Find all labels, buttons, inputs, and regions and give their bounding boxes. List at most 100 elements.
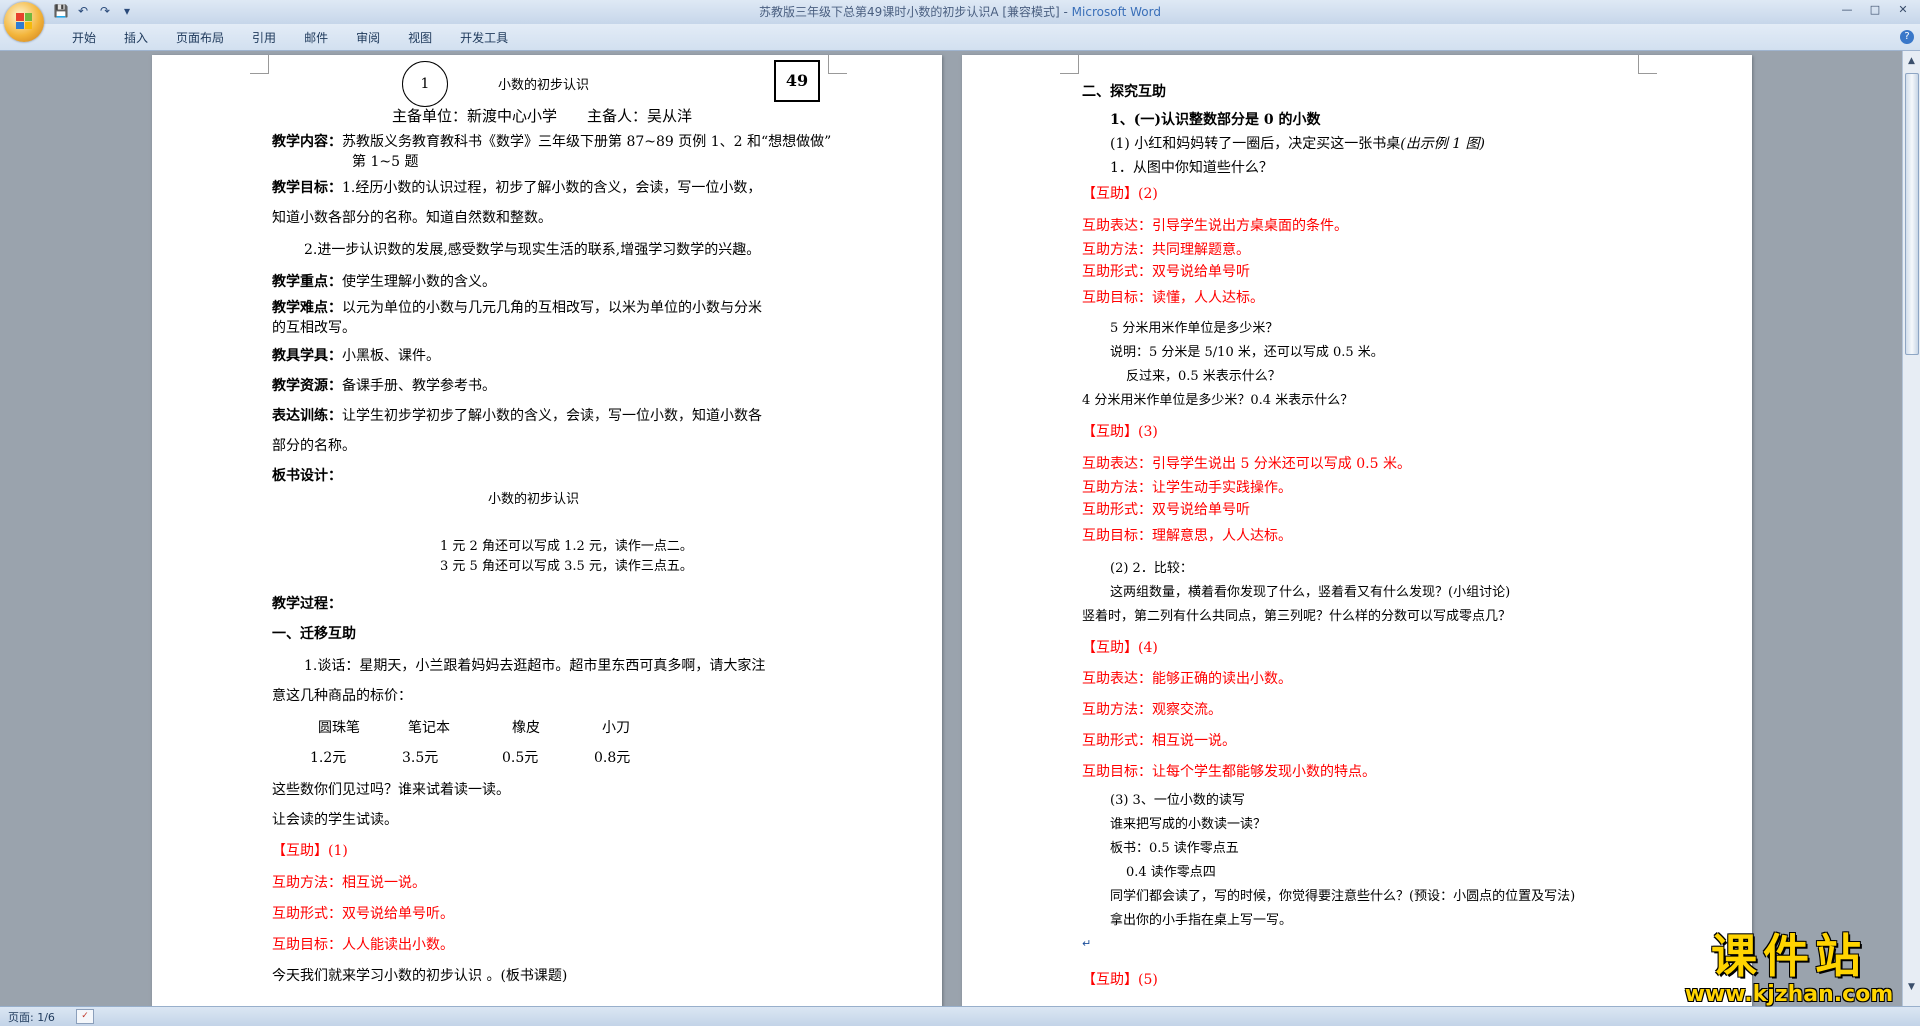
vertical-scrollbar[interactable]: ▲ ▼ [1902,51,1920,1006]
scroll-down-icon[interactable]: ▼ [1906,981,1917,993]
resources-label: 教学资源： [272,378,342,394]
expression-text-2: 部分的名称。 [272,438,356,454]
hz4-number: (4) [1138,640,1158,656]
scroll-up-icon[interactable]: ▲ [1906,55,1917,67]
hz1-tag: 【互助】 [272,843,328,859]
lesson-number: 1 [420,76,430,92]
page-corner-mark [1638,55,1657,74]
read-write-1: 谁来把写成的小数读一读？ [1110,817,1267,832]
compare-line-1: 这两组数量，横着看你发现了什么，竖着看又有什么发现？(小组讨论) [1110,585,1511,600]
goal-label: 教学目标： [272,180,342,196]
expression-label: 表达训练： [272,408,342,424]
section-1-heading: 一、迁移互助 [272,626,356,642]
item-price: 1.2元 [310,750,347,766]
board-label: 板书设计： [272,468,342,484]
hz2-goal: 互助目标：读懂，人人达标。 [1082,290,1264,306]
page-indicator[interactable]: 页面: 1/6 [8,1009,55,1025]
hz1-number: (1) [328,843,348,859]
difficulty-label: 教学难点： [272,300,342,316]
read-write-heading: (3) 3、一位小数的读写 [1110,793,1245,808]
document-page-1: 1 小数的初步认识 49 主备单位：新渡中心小学 主备人：吴从洋 教学内容：苏教… [152,55,942,1006]
hz3-tag: 【互助】 [1082,424,1138,440]
board-line-2: 3 元 5 角还可以写成 3.5 元，读作三点五。 [440,559,693,574]
hz1-goal: 互助目标：人人能读出小数。 [272,937,454,953]
hz3-form: 互助形式：双号说给单号听 [1082,502,1250,518]
compare-heading: (2) 2．比较： [1110,561,1193,576]
resources-text: 备课手册、教学参考书。 [342,378,496,394]
tab-home[interactable]: 开始 [58,29,110,47]
scrollbar-thumb[interactable] [1905,73,1919,355]
q-explain: 说明：5 分米是 5/10 米，还可以写成 0.5 米。 [1110,345,1384,360]
lesson-number-circle: 1 [402,61,448,107]
section-2-heading: 二、探究互助 [1082,84,1166,100]
hz1-form: 互助形式：双号说给单号听。 [272,906,454,922]
tab-mailings[interactable]: 邮件 [290,29,342,47]
item-price: 3.5元 [402,750,439,766]
hz2-expression: 互助表达：引导学生说出方桌桌面的条件。 [1082,218,1348,234]
tab-insert[interactable]: 插入 [110,29,162,47]
hz4-goal: 互助目标：让每个学生都能够发现小数的特点。 [1082,764,1376,780]
paragraph-mark-icon: ↵ [1082,937,1092,950]
content-text-2: 第 1~5 题 [352,154,419,170]
p2-text: 1．从图中你知道些什么？ [1110,160,1273,176]
hz5-number: (5) [1138,972,1158,988]
office-button[interactable] [4,2,44,42]
tab-view[interactable]: 视图 [394,29,446,47]
q-reverse: 反过来，0.5 米表示什么？ [1126,369,1281,384]
p1-text: (1) 小红和妈妈转了一圈后，决定买这一张书桌 [1110,136,1401,152]
proofing-icon[interactable]: ✓ [76,1009,94,1024]
tab-references[interactable]: 引用 [238,29,290,47]
board-title: 小数的初步认识 [488,492,580,507]
difficulty-text-2: 的互相改写。 [272,320,356,336]
talk-line-2: 意这几种商品的标价： [272,688,412,704]
item-name: 小刀 [602,720,630,736]
watermark-title: 课件站 [1711,929,1867,983]
app-name: Microsoft Word [1071,5,1161,19]
minimize-icon[interactable]: — [1836,2,1858,18]
question-1: 这些数你们见过吗？谁来试着读一读。 [272,782,510,798]
q-4fen: 4 分米用米作单位是多少米？0.4 米表示什么？ [1082,393,1354,408]
hz4-form: 互助形式：相互说一说。 [1082,733,1236,749]
page-corner-mark [1060,55,1079,74]
tab-review[interactable]: 审阅 [342,29,394,47]
close-icon[interactable]: ✕ [1892,2,1914,18]
ribbon: 开始 插入 页面布局 引用 邮件 审阅 视图 开发工具 ? [0,24,1920,51]
goal-1b: 知道小数各部分的名称。知道自然数和整数。 [272,210,552,226]
page-corner-mark [828,55,847,74]
hz3-method: 互助方法：让学生动手实践操作。 [1082,480,1292,496]
talk-line-1: 1.谈话：星期天，小兰跟着妈妈去逛超市。超市里东西可真多啊，请大家注 [304,658,766,674]
tools-text: 小黑板、课件。 [342,348,440,364]
closing-line: 今天我们就来学习小数的初步认识 。(板书课题) [272,968,568,984]
status-bar: 页面: 1/6 ✓ [0,1006,1920,1026]
host-line: 主备单位：新渡中心小学 主备人：吴从洋 [392,107,693,125]
page-corner-mark [250,55,269,74]
hz3-number: (3) [1138,424,1158,440]
goal-1a: 1.经历小数的认识过程，初步了解小数的含义，会读，写一位小数， [342,180,762,196]
subsection-1-heading: 1、(一)认识整数部分是 0 的小数 [1110,112,1321,128]
tab-page-layout[interactable]: 页面布局 [162,29,238,47]
lesson-title: 小数的初步认识 [498,78,590,93]
read-write-4: 同学们都会读了，写的时候，你觉得要注意些什么？(预设：小圆点的位置及写法) [1110,889,1576,904]
question-2: 让会读的学生试读。 [272,812,398,828]
total-lesson-number: 49 [785,71,809,90]
document-workspace: 1 小数的初步认识 49 主备单位：新渡中心小学 主备人：吴从洋 教学内容：苏教… [0,51,1903,1006]
window-title: 苏教版三年级下总第49课时小数的初步认识A [兼容模式] - Microsoft… [0,3,1920,20]
board-line-1: 1 元 2 角还可以写成 1.2 元，读作一点二。 [440,539,693,554]
item-price: 0.5元 [502,750,539,766]
hz4-method: 互助方法：观察交流。 [1082,702,1222,718]
hz1-method: 互助方法：相互说一说。 [272,875,426,891]
process-label: 教学过程： [272,596,342,612]
ribbon-tabs: 开始 插入 页面布局 引用 邮件 审阅 视图 开发工具 [58,29,522,47]
item-name: 圆珠笔 [318,720,360,736]
document-page-2: 二、探究互助 1、(一)认识整数部分是 0 的小数 (1) 小红和妈妈转了一圈后… [962,55,1752,1006]
tools-label: 教具学具： [272,348,342,364]
tab-developer[interactable]: 开发工具 [446,29,522,47]
key-text: 使学生理解小数的含义。 [342,274,496,290]
difficulty-text: 以元为单位的小数与几元几角的互相改写，以米为单位的小数与分米 [342,300,762,316]
help-icon[interactable]: ? [1900,30,1914,44]
p1-italic: (出示例 1 图) [1400,136,1486,152]
document-title: 苏教版三年级下总第49课时小数的初步认识A [兼容模式] - [759,5,1072,19]
read-write-2: 板书：0.5 读作零点五 [1110,841,1239,856]
hz4-expression: 互助表达：能够正确的读出小数。 [1082,671,1292,687]
maximize-icon[interactable]: □ [1864,2,1886,18]
